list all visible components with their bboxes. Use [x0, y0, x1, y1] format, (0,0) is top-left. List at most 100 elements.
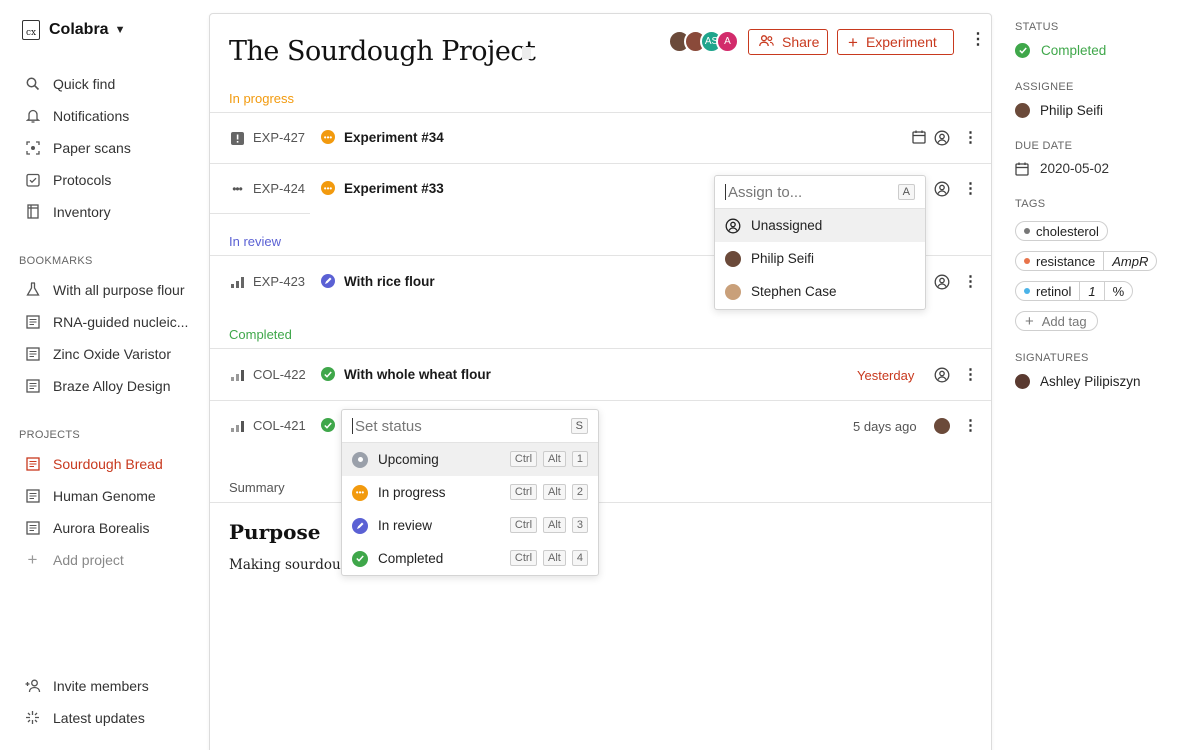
status-option-in-review[interactable]: In review Ctrl Alt 3 [342, 509, 598, 542]
purpose-text[interactable]: Making sourdough [229, 557, 341, 573]
assignee-value[interactable]: Philip Seifi [1015, 103, 1103, 118]
row-name: Experiment #34 [344, 130, 444, 145]
kbd: 4 [571, 550, 588, 566]
tag-name: cholesterol [1036, 223, 1099, 239]
assign-option-unassigned[interactable]: Unassigned [715, 209, 925, 242]
tag-chip[interactable]: resistance AmpR [1015, 251, 1158, 271]
tag-name: resistance [1036, 253, 1096, 269]
option-label: Stephen Case [751, 284, 837, 299]
bookmark-item[interactable]: Zinc Oxide Varistor [24, 345, 171, 362]
project-item-sourdough[interactable]: Sourdough Bread [24, 455, 163, 472]
share-label: Share [782, 34, 820, 50]
status-dropdown: Set status S Upcoming Ctrl Alt 1 ••• In pr… [341, 409, 599, 576]
add-tag-button[interactable]: + Add tag [1015, 311, 1098, 331]
bookmark-icon[interactable] [522, 47, 531, 59]
assignee-icon[interactable] [934, 274, 950, 290]
nav-inventory[interactable]: Inventory [24, 203, 111, 220]
tag-chip[interactable]: cholesterol [1015, 221, 1108, 241]
assign-search-input[interactable]: Assign to... A [715, 176, 925, 209]
signature-text: Ashley Pilipiszyn [1040, 374, 1141, 389]
kbd: Ctrl [509, 550, 538, 566]
project-item[interactable]: Aurora Borealis [24, 519, 150, 536]
page-title: The Sourdough Project [229, 36, 536, 67]
row-menu-icon[interactable]: ⋮ [963, 128, 978, 146]
nav-quick-find[interactable]: Quick find [24, 75, 115, 92]
share-icon [759, 34, 774, 50]
avatar [725, 283, 741, 300]
add-project-button[interactable]: + Add project [24, 550, 124, 569]
bookmark-item[interactable]: Braze Alloy Design [24, 377, 171, 394]
member-avatars[interactable]: AS A [668, 30, 739, 53]
status-value[interactable]: Completed [1015, 43, 1106, 58]
assignee-icon[interactable] [934, 181, 950, 197]
kbd: Ctrl [509, 451, 538, 467]
row-menu-icon[interactable]: ⋮ [963, 365, 978, 383]
status-completed-icon[interactable] [321, 418, 335, 432]
tag-unit[interactable]: % [1103, 282, 1133, 300]
latest-updates-button[interactable]: Latest updates [24, 709, 145, 726]
status-in-progress-icon[interactable]: ••• [321, 181, 335, 195]
row-due-date: Yesterday [857, 368, 915, 383]
bookmarks-heading: BOOKMARKS [19, 255, 93, 267]
due-date-heading: DUE DATE [1015, 140, 1073, 152]
nav-protocols[interactable]: Protocols [24, 171, 111, 188]
option-label: In progress [378, 485, 446, 500]
priority-icon [229, 275, 245, 289]
table-row[interactable]: COL-421 5 days ago ⋮ [210, 401, 991, 451]
signature-value[interactable]: Ashley Pilipiszyn [1015, 374, 1141, 389]
share-button[interactable]: Share [748, 29, 828, 55]
status-heading: STATUS [1015, 21, 1059, 33]
assignee-icon[interactable] [934, 130, 950, 146]
table-row[interactable]: EXP-427 ••• Experiment #34 ⋮ [210, 113, 991, 163]
plus-icon: + [1025, 312, 1034, 330]
priority-icon [229, 419, 245, 433]
status-completed-icon[interactable] [321, 367, 335, 381]
table-row[interactable]: COL-422 With whole wheat flour Yesterday… [210, 350, 991, 400]
status-in-review-icon [352, 517, 368, 534]
tag-chip[interactable]: retinol 1 % [1015, 281, 1134, 301]
divider [210, 502, 991, 503]
row-id: EXP-427 [253, 130, 306, 145]
tag-color-dot [1024, 258, 1030, 264]
option-label: In review [378, 518, 433, 533]
due-date-value[interactable]: 2020-05-02 [1015, 161, 1109, 176]
bookmark-item[interactable]: RNA-guided nucleic... [24, 313, 188, 330]
purpose-heading: Purpose [229, 520, 321, 544]
priority-icon [229, 368, 245, 382]
bookmark-label: With all purpose flour [53, 281, 185, 298]
updates-label: Latest updates [53, 709, 145, 726]
assignee-icon[interactable] [934, 367, 950, 383]
status-search-input[interactable]: Set status S [342, 410, 598, 443]
tag-value[interactable]: 1 [1079, 282, 1103, 300]
nav-notifications[interactable]: Notifications [24, 107, 129, 124]
add-user-icon [24, 677, 41, 694]
kbd: Alt [543, 517, 566, 533]
document-icon [24, 313, 41, 330]
scan-icon [24, 139, 41, 156]
assign-option-philip[interactable]: Philip Seifi [715, 242, 925, 275]
assign-placeholder: Assign to... [728, 183, 803, 201]
status-option-upcoming[interactable]: Upcoming Ctrl Alt 1 [342, 443, 598, 476]
status-in-progress-icon[interactable]: ••• [321, 130, 335, 144]
workspace-switcher[interactable]: cx Colabra ▼ [22, 20, 125, 40]
row-menu-icon[interactable]: ⋮ [963, 179, 978, 197]
invite-members-button[interactable]: Invite members [24, 677, 149, 694]
assign-option-stephen[interactable]: Stephen Case [715, 275, 925, 308]
status-option-completed[interactable]: Completed Ctrl Alt 4 [342, 542, 598, 575]
tag-value[interactable]: AmpR [1103, 252, 1156, 270]
status-option-in-progress[interactable]: ••• In progress Ctrl Alt 2 [342, 476, 598, 509]
row-menu-icon[interactable]: ⋮ [963, 272, 978, 290]
kbd: Ctrl [509, 517, 538, 533]
bookmark-item[interactable]: With all purpose flour [24, 281, 185, 298]
project-item[interactable]: Human Genome [24, 487, 156, 504]
avatar[interactable] [934, 418, 950, 434]
more-options-icon[interactable]: ⋮ [970, 32, 986, 48]
row-menu-icon[interactable]: ⋮ [963, 416, 978, 434]
status-in-review-icon[interactable] [321, 274, 335, 288]
bookmark-label: RNA-guided nucleic... [53, 313, 189, 330]
calendar-icon[interactable] [912, 130, 928, 146]
new-experiment-button[interactable]: + Experiment [837, 29, 954, 55]
avatar [725, 250, 741, 267]
row-id: COL-422 [253, 367, 306, 382]
nav-paper-scans[interactable]: Paper scans [24, 139, 131, 156]
